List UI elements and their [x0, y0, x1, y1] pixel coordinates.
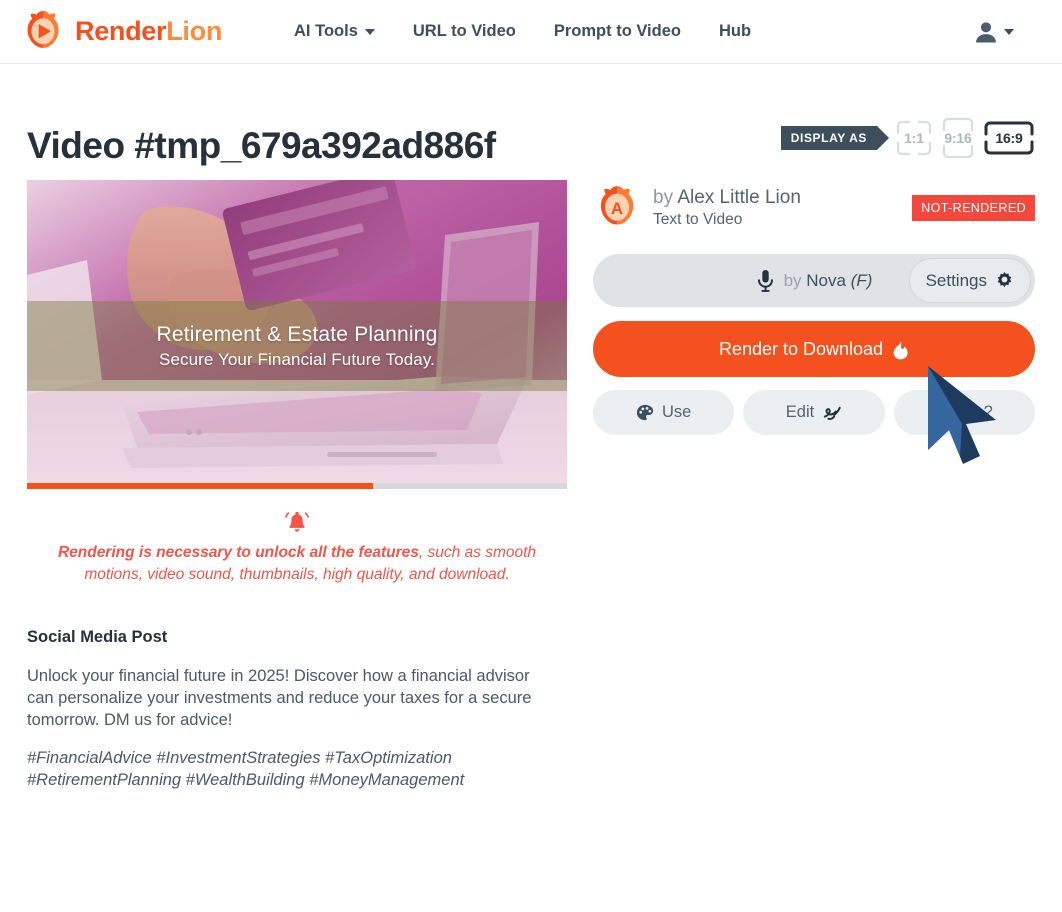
- lion-play-logo-icon: [27, 10, 59, 48]
- author-meta: by Alex Little Lion Text to Video: [653, 186, 801, 229]
- flame-icon: [893, 339, 908, 359]
- author-by-label: by: [653, 187, 674, 209]
- lion-avatar-a-icon: A: [600, 186, 634, 225]
- voice-info: by Nova (F): [756, 269, 873, 293]
- ratio-button-16-9[interactable]: 16:9: [983, 120, 1035, 156]
- nav-item-prompt-to-video[interactable]: Prompt to Video: [554, 22, 681, 41]
- render-warning-bold: Rendering is necessary to unlock all the…: [57, 544, 419, 561]
- left-column: Retirement & Estate Planning Secure Your…: [27, 180, 567, 791]
- video-preview-card: Retirement & Estate Planning Secure Your…: [27, 180, 567, 489]
- brand-logo-link[interactable]: RenderLion: [20, 9, 222, 55]
- nav-item-ai-tools-label: AI Tools: [294, 22, 358, 40]
- brand-name-part2: Lion: [166, 16, 223, 46]
- brand-name-part1: Render: [75, 16, 167, 46]
- voice-name: Nova: [806, 270, 846, 290]
- action-buttons-row: Use Edit Delete?: [593, 390, 1035, 435]
- voice-name-row: by Nova (F): [784, 271, 873, 291]
- nav-item-ai-tools[interactable]: AI Tools: [294, 22, 375, 41]
- nav-item-url-to-video-label: URL to Video: [412, 22, 516, 40]
- social-media-post-body: Unlock your financial future in 2025! Di…: [27, 667, 532, 729]
- ratio-button-1-1[interactable]: 1:1: [895, 119, 933, 157]
- page-title: Video #tmp_679a392ad886f: [27, 125, 496, 166]
- video-progress-bar[interactable]: [27, 483, 567, 489]
- page-body: Video #tmp_679a392ad886f DISPLAY AS 1:1 …: [0, 64, 1062, 791]
- social-media-post-heading: Social Media Post: [27, 628, 168, 646]
- nav-item-prompt-to-video-label: Prompt to Video: [553, 22, 681, 40]
- use-button-label: Use: [661, 403, 692, 421]
- ratio-button-9-16-label: 9:16: [941, 131, 975, 145]
- nav-links: AI Tools URL to Video Prompt to Video Hu…: [294, 22, 751, 41]
- title-row: Video #tmp_679a392ad886f DISPLAY AS 1:1 …: [27, 64, 1035, 164]
- palette-icon: [636, 404, 654, 420]
- delete-button-label: Delete?: [935, 403, 993, 421]
- user-account-icon: [976, 21, 996, 42]
- render-to-download-button[interactable]: Render to Download: [593, 321, 1035, 377]
- chevron-down-icon: [1004, 28, 1014, 35]
- ratio-button-9-16[interactable]: 9:16: [941, 116, 975, 160]
- render-warning: Rendering is necessary to unlock all the…: [27, 511, 567, 586]
- edit-button-label: Edit: [785, 403, 815, 421]
- gear-icon: [997, 271, 1012, 288]
- thumbnail-overlay-title: Retirement & Estate Planning: [156, 322, 438, 346]
- social-media-post-section: Social Media Post Unlock your financial …: [27, 628, 567, 791]
- nav-item-hub[interactable]: Hub: [719, 22, 751, 41]
- scribble-pen-icon: [824, 406, 841, 420]
- ratio-button-1-1-label: 1:1: [901, 131, 927, 145]
- use-button[interactable]: Use: [593, 390, 735, 435]
- top-navbar: RenderLion AI Tools URL to Video Prompt …: [0, 0, 1062, 64]
- render-warning-text: Rendering is necessary to unlock all the…: [55, 542, 539, 586]
- voice-gender: (F): [850, 270, 873, 290]
- brand-name: RenderLion: [75, 16, 222, 47]
- voice-selector-bar[interactable]: by Nova (F) Settings: [593, 254, 1035, 307]
- thumbnail-text-overlay: Retirement & Estate Planning Secure Your…: [27, 301, 567, 391]
- voice-by-label: by: [783, 270, 802, 290]
- main-content: Retirement & Estate Planning Secure Your…: [27, 180, 1035, 791]
- video-progress-fill: [27, 483, 373, 489]
- edit-button[interactable]: Edit: [743, 390, 885, 435]
- author-video-kind: Text to Video: [653, 211, 743, 229]
- render-to-download-label: Render to Download: [718, 338, 884, 359]
- author-name-row: by Alex Little Lion: [653, 186, 801, 210]
- author-name: Alex Little Lion: [677, 187, 801, 209]
- video-thumbnail[interactable]: Retirement & Estate Planning Secure Your…: [27, 180, 567, 483]
- status-badge: NOT-RENDERED: [912, 195, 1035, 221]
- voice-settings-label: Settings: [925, 270, 987, 290]
- chevron-down-icon: [364, 28, 375, 35]
- nav-item-url-to-video[interactable]: URL to Video: [413, 22, 516, 41]
- ratio-button-16-9-label: 16:9: [992, 131, 1026, 145]
- social-media-post-hashtags: #FinancialAdvice #InvestmentStrategies #…: [27, 749, 465, 789]
- thumbnail-overlay-subtitle: Secure Your Financial Future Today.: [159, 349, 435, 369]
- right-column: A by Alex Little Lion Text to Video NOT-…: [593, 180, 1035, 791]
- author-row: A by Alex Little Lion Text to Video NOT-…: [593, 180, 1035, 232]
- svg-text:A: A: [611, 200, 623, 218]
- nav-item-hub-label: Hub: [718, 22, 752, 40]
- bell-alert-icon: [285, 511, 309, 532]
- account-menu[interactable]: [972, 18, 1044, 46]
- display-as-group: DISPLAY AS 1:1 9:16 16:9: [780, 116, 1035, 164]
- voice-settings-button[interactable]: Settings: [908, 258, 1031, 303]
- display-as-tag: DISPLAY AS: [780, 126, 890, 150]
- delete-button[interactable]: Delete?: [893, 390, 1035, 435]
- microphone-icon: [757, 269, 773, 292]
